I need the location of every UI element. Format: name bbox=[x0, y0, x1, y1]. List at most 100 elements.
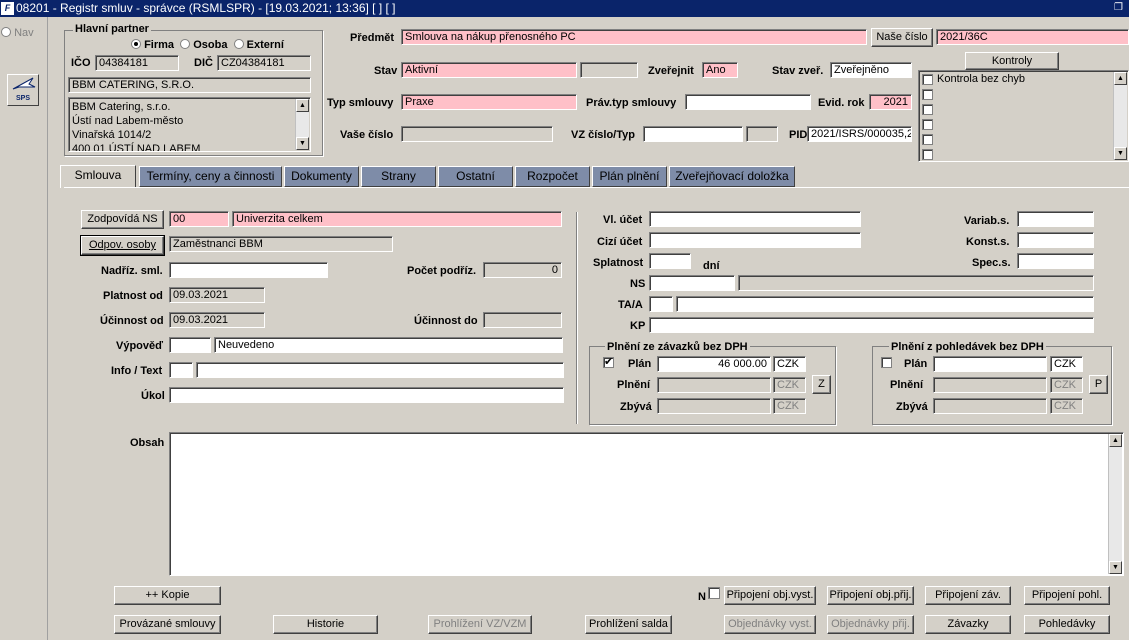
typ-field[interactable]: Praxe bbox=[401, 94, 577, 110]
kontroly-check-2[interactable] bbox=[922, 89, 933, 100]
vl-ucet-field[interactable] bbox=[649, 211, 861, 227]
pocet-field[interactable]: 0 bbox=[483, 262, 562, 278]
ta-code-field[interactable] bbox=[649, 296, 673, 312]
poh-plan-checkbox[interactable] bbox=[881, 357, 892, 368]
tab-smlouva[interactable]: Smlouva bbox=[60, 165, 136, 188]
ta-name-field[interactable] bbox=[676, 296, 1094, 312]
poh-zbyva-currency[interactable]: CZK bbox=[1050, 398, 1083, 414]
spec-field[interactable] bbox=[1017, 253, 1094, 269]
prav-typ-field[interactable] bbox=[685, 94, 811, 110]
kontroly-button[interactable]: Kontroly bbox=[965, 52, 1059, 70]
ns-name-field[interactable] bbox=[738, 275, 1094, 291]
partner-address[interactable]: BBM Catering, s.r.o. Ústí nad Labem-měst… bbox=[68, 97, 311, 152]
zav-zbyva-field[interactable] bbox=[657, 398, 771, 414]
zav-plan-field[interactable]: 46 000.00 bbox=[657, 356, 771, 372]
prohlizeni-vz-button[interactable]: Prohlížení VZ/VZM bbox=[428, 615, 532, 634]
tab-dokumenty[interactable]: Dokumenty bbox=[284, 166, 359, 187]
konst-field[interactable] bbox=[1017, 232, 1094, 248]
zav-z-button[interactable]: Z bbox=[812, 375, 831, 394]
sps-button[interactable]: SPS bbox=[7, 74, 39, 106]
poh-plan-field[interactable] bbox=[933, 356, 1047, 372]
zodpovida-button[interactable]: Zodpovídá NS bbox=[81, 210, 164, 229]
kontroly-check-1[interactable] bbox=[922, 74, 933, 85]
odpov-osoby-button[interactable]: Odpov. osoby bbox=[80, 235, 165, 256]
pripojeni-obj-vyst-button[interactable]: Připojení obj.vyst. bbox=[724, 586, 816, 605]
nav-radio[interactable]: Nav bbox=[1, 27, 47, 41]
scroll-up-icon[interactable]: ▲ bbox=[1114, 72, 1127, 85]
info-text-field[interactable] bbox=[196, 362, 564, 378]
tab-strany[interactable]: Strany bbox=[361, 166, 436, 187]
scroll-up-icon[interactable]: ▲ bbox=[296, 99, 309, 112]
stav2-field[interactable] bbox=[580, 62, 638, 78]
radio-externi[interactable]: Externí bbox=[233, 39, 284, 51]
pid-field[interactable]: 2021/ISRS/000035,20 bbox=[807, 126, 912, 142]
historie-button[interactable]: Historie bbox=[273, 615, 378, 634]
nase-cislo-field[interactable]: 2021/36C bbox=[936, 29, 1129, 45]
kontroly-check-5[interactable] bbox=[922, 134, 933, 145]
poh-plneni-currency[interactable]: CZK bbox=[1050, 377, 1083, 393]
stav-field[interactable]: Aktivní bbox=[401, 62, 577, 78]
obsah-scrollbar[interactable]: ▲ ▼ bbox=[1108, 434, 1122, 574]
kontroly-check-4[interactable] bbox=[922, 119, 933, 130]
info-code-field[interactable] bbox=[169, 362, 193, 378]
zav-plneni-field[interactable] bbox=[657, 377, 771, 393]
zavazky-button[interactable]: Závazky bbox=[925, 615, 1011, 634]
ucinnost-do-field[interactable] bbox=[483, 312, 562, 328]
zav-plneni-currency[interactable]: CZK bbox=[773, 377, 806, 393]
tab-rozpocet[interactable]: Rozpočet bbox=[515, 166, 590, 187]
pripojeni-obj-prij-button[interactable]: Připojení obj.přij. bbox=[827, 586, 914, 605]
vase-cislo-field[interactable] bbox=[401, 126, 553, 142]
obsah-textarea[interactable]: ▲ ▼ bbox=[169, 432, 1124, 576]
radio-firma[interactable]: Firma bbox=[131, 39, 174, 51]
radio-osoba[interactable]: Osoba bbox=[180, 39, 227, 51]
tab-ostatni[interactable]: Ostatní bbox=[438, 166, 513, 187]
kontroly-check-6[interactable] bbox=[922, 149, 933, 160]
address-scrollbar[interactable]: ▲ ▼ bbox=[295, 99, 309, 150]
vypoved-text-field[interactable]: Neuvedeno bbox=[214, 337, 563, 353]
scroll-down-icon[interactable]: ▼ bbox=[296, 137, 309, 150]
poh-plan-currency[interactable]: CZK bbox=[1050, 356, 1083, 372]
ucinnost-od-field[interactable]: 09.03.2021 bbox=[169, 312, 265, 328]
kopie-button[interactable]: ++ Kopie bbox=[114, 586, 221, 605]
scroll-up-icon[interactable]: ▲ bbox=[1109, 434, 1122, 447]
scroll-down-icon[interactable]: ▼ bbox=[1114, 147, 1127, 160]
zav-plan-checkbox[interactable] bbox=[603, 355, 614, 368]
pohledavky-button[interactable]: Pohledávky bbox=[1024, 615, 1110, 634]
provazane-button[interactable]: Provázané smlouvy bbox=[114, 615, 221, 634]
n-checkbox[interactable] bbox=[708, 587, 720, 599]
tab-zverejnovaci[interactable]: Zveřejňovací doložka bbox=[669, 166, 795, 187]
variab-field[interactable] bbox=[1017, 211, 1094, 227]
prohlizeni-salda-button[interactable]: Prohlížení salda bbox=[585, 615, 672, 634]
nase-cislo-button[interactable]: Naše číslo bbox=[871, 28, 933, 47]
cizi-ucet-field[interactable] bbox=[649, 232, 861, 248]
restore-icon[interactable]: ❐ bbox=[1114, 2, 1126, 14]
vz-typ-field[interactable] bbox=[746, 126, 778, 142]
poh-p-button[interactable]: P bbox=[1089, 375, 1108, 394]
zav-plan-currency[interactable]: CZK bbox=[773, 356, 806, 372]
scroll-down-icon[interactable]: ▼ bbox=[1109, 561, 1122, 574]
predmet-field[interactable]: Smlouva na nákup přenosného PC bbox=[401, 29, 867, 45]
pripojeni-pohl-button[interactable]: Připojení pohl. bbox=[1024, 586, 1110, 605]
nadriz-field[interactable] bbox=[169, 262, 328, 278]
objednavky-vyst-button[interactable]: Objednávky vyst. bbox=[724, 615, 816, 634]
partner-name-field[interactable]: BBM CATERING, S.R.O. bbox=[68, 77, 311, 93]
poh-zbyva-field[interactable] bbox=[933, 398, 1047, 414]
kontroly-scrollbar[interactable]: ▲ ▼ bbox=[1113, 72, 1127, 160]
kontroly-check-3[interactable] bbox=[922, 104, 933, 115]
evid-rok-field[interactable]: 2021 bbox=[869, 94, 912, 110]
stav-zver-field[interactable]: Zveřejněno bbox=[830, 62, 912, 78]
ico-field[interactable]: 04384181 bbox=[95, 55, 179, 71]
pripojeni-zav-button[interactable]: Připojení záv. bbox=[925, 586, 1011, 605]
poh-plneni-field[interactable] bbox=[933, 377, 1047, 393]
zav-zbyva-currency[interactable]: CZK bbox=[773, 398, 806, 414]
ukol-field[interactable] bbox=[169, 387, 564, 403]
tab-terminy[interactable]: Termíny, ceny a činnosti bbox=[139, 166, 282, 187]
tab-plan-plneni[interactable]: Plán plnění bbox=[592, 166, 667, 187]
dic-field[interactable]: CZ04384181 bbox=[217, 55, 311, 71]
kp-field[interactable] bbox=[649, 317, 1094, 333]
zodpovida-name-field[interactable]: Univerzita celkem bbox=[232, 211, 562, 227]
platnost-field[interactable]: 09.03.2021 bbox=[169, 287, 265, 303]
zverejnit-field[interactable]: Ano bbox=[702, 62, 738, 78]
odpov-osoby-field[interactable]: Zaměstnanci BBM bbox=[169, 236, 393, 252]
ns-code-field[interactable] bbox=[649, 275, 735, 291]
